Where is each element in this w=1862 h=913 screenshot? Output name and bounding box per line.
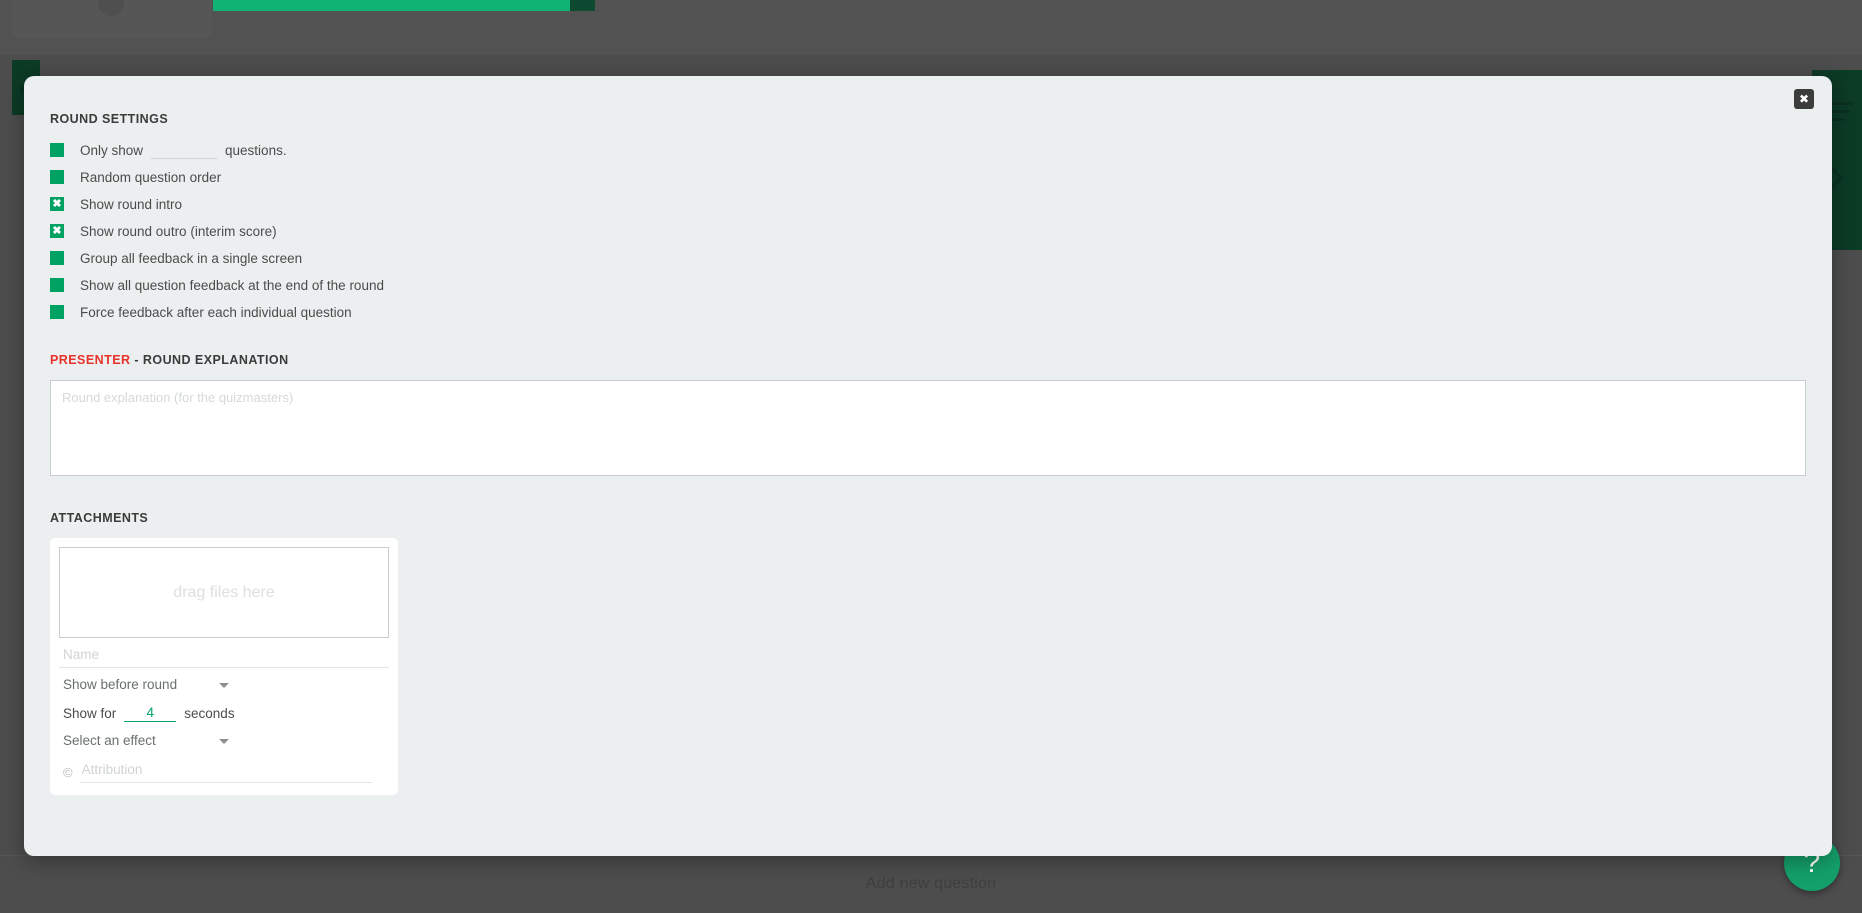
only-show-suffix-label: questions.	[225, 142, 287, 158]
show-for-row: Show for seconds	[59, 696, 389, 724]
checkbox-random-question-order[interactable]	[50, 170, 64, 184]
presenter-heading: PRESENTER - ROUND EXPLANATION	[50, 353, 1806, 367]
only-show-count-input[interactable]	[151, 141, 218, 159]
background-card	[12, 0, 212, 38]
chevron-down-icon	[219, 683, 229, 688]
copyright-icon: ©	[63, 764, 73, 780]
attachment-card: drag files here Show before round Show f…	[50, 538, 398, 795]
attachment-effect-select[interactable]: Select an effect	[59, 724, 239, 752]
option-label: Show round outro (interim score)	[80, 223, 277, 239]
presenter-accent-label: PRESENTER	[50, 353, 131, 367]
round-settings-heading: ROUND SETTINGS	[50, 112, 169, 126]
attachments-heading: ATTACHMENTS	[50, 511, 149, 525]
checkbox-show-all-question-feedback[interactable]	[50, 278, 64, 292]
option-all-feedback-end-row[interactable]: Show all question feedback at the end of…	[50, 274, 1806, 296]
presenter-rest-label: - ROUND EXPLANATION	[130, 353, 289, 367]
checkbox-group-all-feedback[interactable]	[50, 251, 64, 265]
checkbox-show-round-outro[interactable]	[50, 224, 64, 238]
option-only-show-row[interactable]: Only show questions.	[50, 139, 1806, 161]
attachment-name-input[interactable]	[59, 638, 389, 668]
option-label: Force feedback after each individual que…	[80, 304, 352, 320]
round-settings-modal: ✖ ROUND SETTINGS Only show questions. Ra…	[24, 76, 1832, 856]
round-explanation-textarea[interactable]	[50, 380, 1806, 476]
option-show-round-outro-row[interactable]: Show round outro (interim score)	[50, 220, 1806, 242]
show-for-prefix-label: Show for	[63, 705, 117, 721]
close-icon[interactable]: ✖	[1794, 89, 1814, 109]
checkbox-only-show[interactable]	[50, 143, 64, 157]
attribution-input[interactable]	[79, 761, 372, 783]
option-random-order-row[interactable]: Random question order	[50, 166, 1806, 188]
chevron-down-icon	[219, 739, 229, 744]
add-new-question-button[interactable]: Add new question	[0, 855, 1862, 913]
presenter-section: PRESENTER - ROUND EXPLANATION	[50, 353, 1806, 481]
attachment-effect-value: Select an effect	[63, 733, 156, 748]
modal-content: ROUND SETTINGS Only show questions. Rand…	[24, 76, 1832, 795]
option-force-feedback-row[interactable]: Force feedback after each individual que…	[50, 301, 1806, 323]
checkbox-show-round-intro[interactable]	[50, 197, 64, 211]
background-green-progress-bar	[213, 0, 570, 11]
option-show-round-intro-row[interactable]: Show round intro	[50, 193, 1806, 215]
option-label: Show all question feedback at the end of…	[80, 277, 384, 293]
show-for-seconds-input[interactable]	[124, 704, 177, 722]
option-label: Random question order	[80, 169, 222, 185]
attachment-timing-value: Show before round	[63, 677, 178, 692]
show-for-suffix-label: seconds	[184, 705, 235, 721]
checkbox-force-feedback[interactable]	[50, 305, 64, 319]
attribution-row: ©	[59, 752, 389, 783]
file-dropzone[interactable]: drag files here	[59, 547, 389, 638]
attachments-section: ATTACHMENTS drag files here Show before …	[50, 511, 1806, 795]
option-label: Show round intro	[80, 196, 183, 212]
background-avatar-circle	[98, 0, 124, 16]
attachment-timing-select[interactable]: Show before round	[59, 668, 239, 696]
background-green-bar-end	[570, 0, 595, 11]
option-label: Group all feedback in a single screen	[80, 250, 303, 266]
option-group-feedback-row[interactable]: Group all feedback in a single screen	[50, 247, 1806, 269]
only-show-prefix-label: Only show	[80, 142, 144, 158]
